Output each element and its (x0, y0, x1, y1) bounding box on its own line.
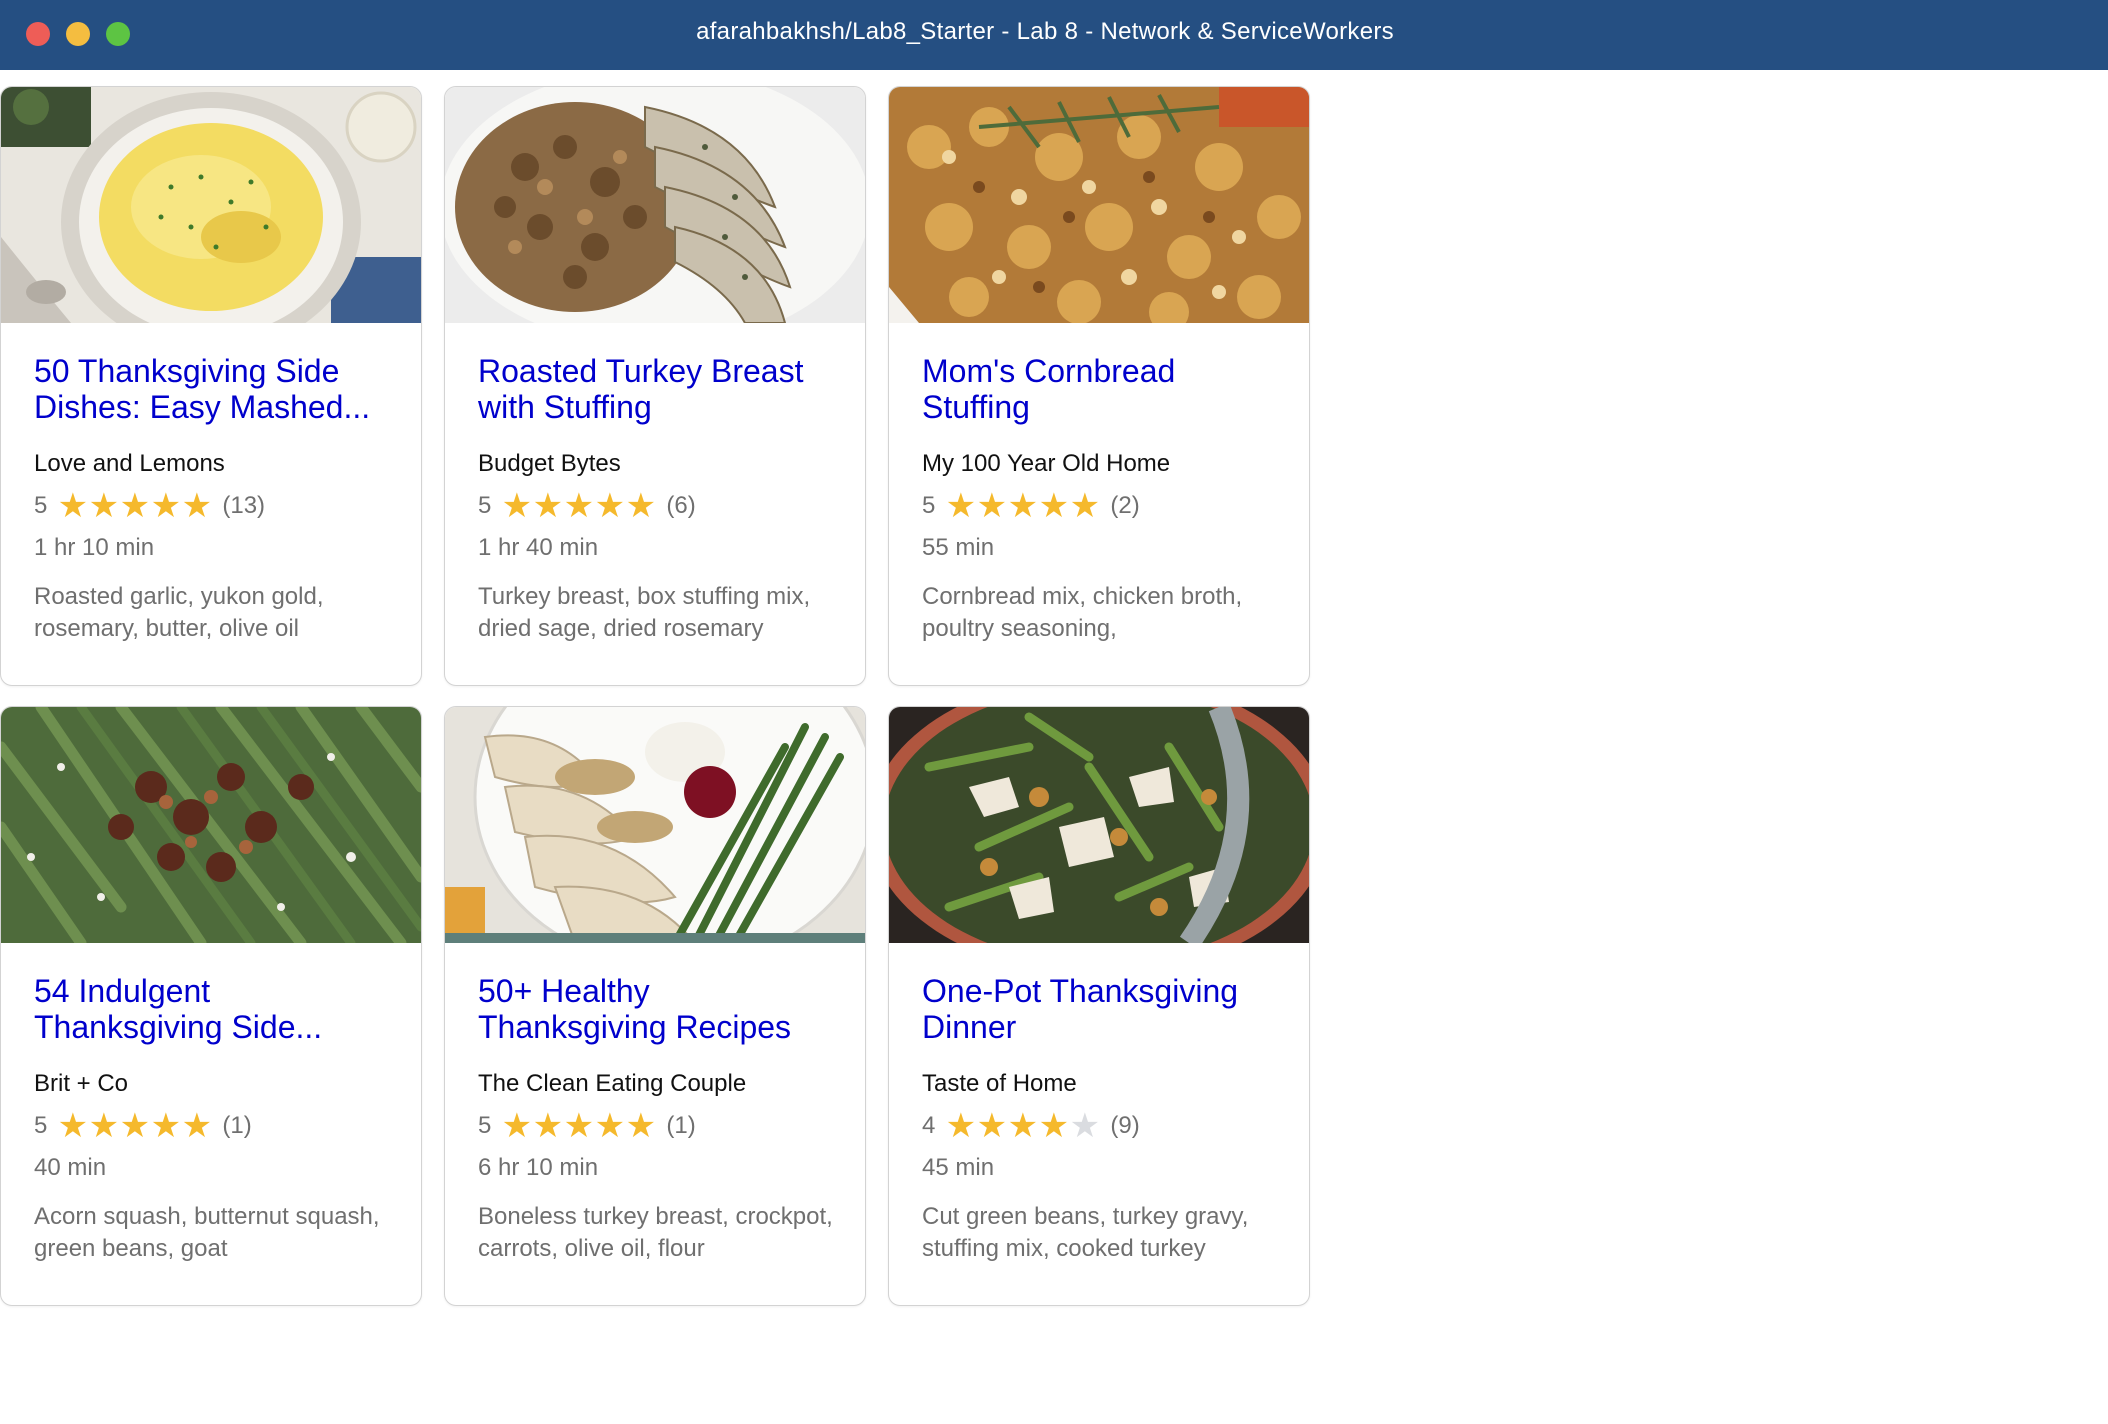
recipe-card[interactable]: 50+ Healthy Thanksgiving Recipes The Cle… (444, 706, 866, 1306)
star-filled-icon: ★ (563, 487, 595, 525)
star-filled-icon: ★ (150, 1107, 182, 1145)
star-empty-icon: ★ (1069, 1107, 1101, 1145)
cook-time: 45 min (922, 1154, 995, 1181)
star-filled-icon: ★ (594, 487, 626, 525)
star-filled-icon: ★ (945, 487, 977, 525)
star-filled-icon: ★ (594, 1107, 626, 1145)
recipe-title[interactable]: 54 Indulgent Thanksgiving Side... (34, 973, 394, 1045)
rating-row: 5 ★ ★ ★ ★ ★ (1) (34, 1107, 394, 1145)
ingredients-list: Acorn squash, butternut squash, green be… (34, 1203, 380, 1262)
rating-value: 5 (922, 492, 936, 519)
recipe-card-body: 50 Thanksgiving Side Dishes: Easy Mashed… (34, 353, 394, 645)
recipe-thumbnail[interactable] (445, 707, 865, 943)
recipe-thumbnail[interactable] (889, 87, 1309, 323)
rating-stars: ★ ★ ★ ★ ★ (945, 487, 1101, 525)
recipe-card[interactable]: One-Pot Thanksgiving Dinner Taste of Hom… (888, 706, 1310, 1306)
star-filled-icon: ★ (57, 1107, 89, 1145)
recipe-card[interactable]: Mom's Cornbread Stuffing My 100 Year Old… (888, 86, 1310, 686)
star-filled-icon: ★ (945, 1107, 977, 1145)
rating-stars: ★ ★ ★ ★ ★ (57, 487, 213, 525)
window-titlebar: afarahbakhsh/Lab8_Starter - Lab 8 - Netw… (0, 0, 2108, 70)
star-filled-icon: ★ (625, 487, 657, 525)
recipe-card-body: Roasted Turkey Breast with Stuffing Budg… (478, 353, 838, 645)
review-count: (1) (666, 1112, 696, 1139)
review-count: (13) (222, 492, 266, 519)
review-count: (1) (222, 1112, 252, 1139)
star-filled-icon: ★ (150, 487, 182, 525)
star-filled-icon: ★ (119, 487, 151, 525)
recipe-title[interactable]: 50+ Healthy Thanksgiving Recipes (478, 973, 838, 1045)
recipe-title[interactable]: Mom's Cornbread Stuffing (922, 353, 1282, 425)
ingredients-list: Cornbread mix, chicken broth, poultry se… (922, 583, 1243, 642)
review-count: (6) (666, 492, 696, 519)
recipe-thumbnail[interactable] (889, 707, 1309, 943)
rating-stars: ★ ★ ★ ★ ★ (501, 487, 657, 525)
star-filled-icon: ★ (1038, 1107, 1070, 1145)
rating-row: 4 ★ ★ ★ ★ ★ (9) (922, 1107, 1282, 1145)
star-filled-icon: ★ (976, 487, 1008, 525)
star-filled-icon: ★ (501, 1107, 533, 1145)
star-filled-icon: ★ (1007, 1107, 1039, 1145)
rating-stars: ★ ★ ★ ★ ★ (501, 1107, 657, 1145)
star-filled-icon: ★ (532, 487, 564, 525)
recipe-source: Budget Bytes (478, 450, 621, 477)
recipe-card[interactable]: Roasted Turkey Breast with Stuffing Budg… (444, 86, 866, 686)
cook-time: 1 hr 40 min (478, 534, 599, 561)
star-filled-icon: ★ (501, 487, 533, 525)
recipe-title[interactable]: Roasted Turkey Breast with Stuffing (478, 353, 838, 425)
rating-row: 5 ★ ★ ★ ★ ★ (2) (922, 487, 1282, 525)
cook-time: 6 hr 10 min (478, 1154, 599, 1181)
recipe-source: The Clean Eating Couple (478, 1070, 747, 1097)
rating-row: 5 ★ ★ ★ ★ ★ (13) (34, 487, 394, 525)
star-filled-icon: ★ (181, 487, 213, 525)
ingredients-list: Boneless turkey breast, crockpot, carrot… (478, 1203, 833, 1262)
rating-value: 5 (34, 1112, 48, 1139)
cook-time: 1 hr 10 min (34, 534, 155, 561)
ingredients-list: Turkey breast, box stuffing mix, dried s… (478, 583, 811, 642)
recipe-card-body: One-Pot Thanksgiving Dinner Taste of Hom… (922, 973, 1282, 1265)
recipe-source: Love and Lemons (34, 450, 225, 477)
rating-value: 5 (478, 492, 492, 519)
recipe-title[interactable]: 50 Thanksgiving Side Dishes: Easy Mashed… (34, 353, 394, 425)
ingredients-list: Roasted garlic, yukon gold, rosemary, bu… (34, 583, 324, 642)
star-filled-icon: ★ (532, 1107, 564, 1145)
rating-value: 5 (34, 492, 48, 519)
star-filled-icon: ★ (1007, 487, 1039, 525)
recipe-card-body: 54 Indulgent Thanksgiving Side... Brit +… (34, 973, 394, 1265)
star-filled-icon: ★ (563, 1107, 595, 1145)
cook-time: 40 min (34, 1154, 107, 1181)
recipe-thumbnail[interactable] (445, 87, 865, 323)
recipe-card[interactable]: 50 Thanksgiving Side Dishes: Easy Mashed… (0, 86, 422, 686)
recipe-source: Brit + Co (34, 1070, 129, 1097)
ingredients-list: Cut green beans, turkey gravy, stuffing … (922, 1203, 1249, 1262)
star-filled-icon: ★ (1038, 487, 1070, 525)
star-filled-icon: ★ (1069, 487, 1101, 525)
star-filled-icon: ★ (88, 487, 120, 525)
recipe-card[interactable]: 54 Indulgent Thanksgiving Side... Brit +… (0, 706, 422, 1306)
star-filled-icon: ★ (181, 1107, 213, 1145)
recipe-source: Taste of Home (922, 1070, 1077, 1097)
star-filled-icon: ★ (119, 1107, 151, 1145)
review-count: (2) (1110, 492, 1140, 519)
window-title: afarahbakhsh/Lab8_Starter - Lab 8 - Netw… (696, 18, 1394, 45)
cook-time: 55 min (922, 534, 995, 561)
rating-value: 4 (922, 1112, 936, 1139)
rating-row: 5 ★ ★ ★ ★ ★ (1) (478, 1107, 838, 1145)
rating-stars: ★ ★ ★ ★ ★ (945, 1107, 1101, 1145)
recipe-title[interactable]: One-Pot Thanksgiving Dinner (922, 973, 1282, 1045)
rating-stars: ★ ★ ★ ★ ★ (57, 1107, 213, 1145)
review-count: (9) (1110, 1112, 1140, 1139)
rating-value: 5 (478, 1112, 492, 1139)
recipe-thumbnail[interactable] (1, 87, 421, 323)
recipe-thumbnail[interactable] (1, 707, 421, 943)
rating-row: 5 ★ ★ ★ ★ ★ (6) (478, 487, 838, 525)
recipe-card-body: 50+ Healthy Thanksgiving Recipes The Cle… (478, 973, 838, 1265)
recipe-card-body: Mom's Cornbread Stuffing My 100 Year Old… (922, 353, 1282, 645)
recipe-source: My 100 Year Old Home (922, 450, 1171, 477)
star-filled-icon: ★ (976, 1107, 1008, 1145)
star-filled-icon: ★ (57, 487, 89, 525)
star-filled-icon: ★ (88, 1107, 120, 1145)
star-filled-icon: ★ (625, 1107, 657, 1145)
